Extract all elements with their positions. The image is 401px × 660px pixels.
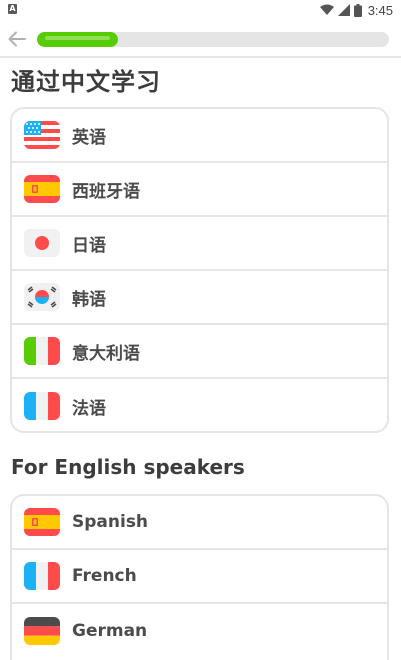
language-option-english[interactable]: 英语 [12,109,387,163]
language-option-spanish[interactable]: Spanish [12,496,387,550]
language-option-french[interactable]: 法语 [12,379,387,431]
france-flag-icon [24,392,60,420]
italy-flag-icon [24,337,60,365]
us-flag-icon [24,121,60,149]
spain-flag-icon [24,175,60,203]
language-label: 西班牙语 [72,181,140,202]
language-label: 韩语 [72,289,106,310]
language-option-italian[interactable]: 意大利语 [12,325,387,379]
language-option-spanish[interactable]: 西班牙语 [12,163,387,217]
section-title-english: For English speakers [11,455,245,479]
a-notification-icon: A [8,4,17,14]
status-icons: 3:45 [319,2,393,18]
language-option-german[interactable]: German [12,604,387,658]
language-label: 英语 [72,127,106,148]
language-option-french[interactable]: French [12,550,387,604]
language-label: 日语 [72,235,106,256]
clock: 3:45 [367,2,393,18]
language-option-japanese[interactable]: 日语 [12,217,387,271]
japan-flag-icon [24,229,60,257]
language-list-chinese: 英语 西班牙语 日语 韩语 意大利语 法语 [10,107,389,433]
top-bar [0,20,401,58]
germany-flag-icon [24,617,60,645]
language-list-english: Spanish French German [10,494,389,660]
france-flag-icon [24,562,60,590]
arrow-left-icon[interactable] [6,28,28,50]
progress-shine [45,36,110,40]
language-label: 法语 [72,398,106,419]
language-label: 意大利语 [72,343,140,364]
battery-icon [353,3,362,17]
signal-icon [337,4,350,16]
language-label: Spanish [72,512,149,532]
korea-flag-icon [24,283,60,311]
status-bar: A 3:45 [0,0,401,20]
language-label: German [72,621,148,641]
section-title-chinese: 通过中文学习 [11,68,161,96]
spain-flag-icon [24,508,60,536]
progress-bar [37,32,389,47]
language-label: French [72,566,137,586]
wifi-icon [319,4,334,15]
language-option-korean[interactable]: 韩语 [12,271,387,325]
